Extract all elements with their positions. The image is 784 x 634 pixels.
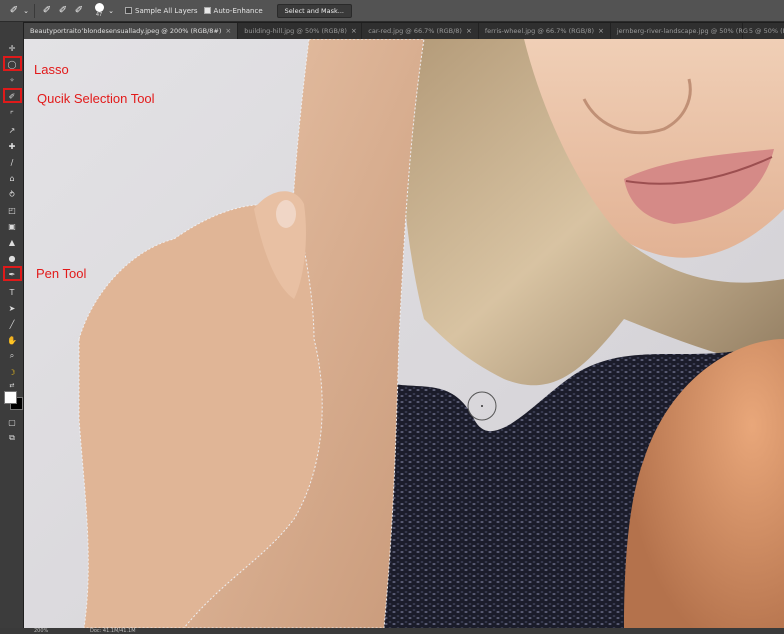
tab-label: ferris-wheel.jpg @ 66.7% (RGB/8) xyxy=(484,27,595,35)
new-selection-icon[interactable]: ✐ xyxy=(39,3,55,19)
tab-blondesensuallady[interactable]: Beautyportraito’blondesensuallady.jpeg @… xyxy=(24,23,239,39)
document-tabs: Beautyportraito’blondesensuallady.jpeg @… xyxy=(24,23,784,39)
zoom-tool-icon[interactable]: ⌕ xyxy=(5,350,19,362)
auto-enhance-checkbox[interactable]: Auto-Enhance xyxy=(203,6,263,15)
magic-wand-icon[interactable]: ✧ xyxy=(5,74,19,86)
checkbox-box-checked xyxy=(203,7,211,14)
tab-label: car-red.jpg @ 66.7% (RGB/8) xyxy=(368,27,462,35)
banana-icon[interactable]: ☽ xyxy=(5,366,19,378)
add-to-selection-icon[interactable]: ✐ xyxy=(55,3,71,19)
quick-selection-preset-icon[interactable]: ✐ xyxy=(6,3,22,19)
photo xyxy=(78,39,784,628)
type-tool-icon[interactable]: T xyxy=(5,286,19,298)
tab-building-hill[interactable]: building-hill.jpg @ 50% (RGB/8) × xyxy=(238,23,363,39)
tab-car-red[interactable]: car-red.jpg @ 66.7% (RGB/8) × xyxy=(362,23,479,39)
select-and-mask-button[interactable]: Select and Mask... xyxy=(276,3,352,18)
pen-tool-highlight-box xyxy=(3,266,22,281)
divider xyxy=(34,3,35,18)
path-selection-tool-icon[interactable]: ➤ xyxy=(5,302,19,314)
brush-tip-icon xyxy=(94,3,104,12)
options-bar: ✐ ⌄ ✐ ✐ ✐ 47 ⌄ Sample All Layers Auto-En… xyxy=(0,0,784,22)
blur-tool-icon[interactable]: ▲ xyxy=(5,236,19,248)
brush-size-picker[interactable]: 47 xyxy=(91,3,107,18)
healing-brush-tool-icon[interactable]: ✚ xyxy=(5,140,19,152)
lasso-callout: Lasso xyxy=(34,62,69,77)
move-tool-icon[interactable]: ✛ xyxy=(5,42,19,54)
history-brush-tool-icon[interactable]: ⥁ xyxy=(5,188,19,200)
brush-chevron-icon[interactable]: ⌄ xyxy=(107,3,115,19)
quick-mask-icon[interactable]: ▢ xyxy=(5,416,19,428)
foreground-color-swatch[interactable] xyxy=(4,391,17,404)
brush-tool-icon[interactable]: ∕ xyxy=(5,156,19,168)
tab-ferris-wheel[interactable]: ferris-wheel.jpg @ 66.7% (RGB/8) × xyxy=(479,23,611,39)
clone-stamp-tool-icon[interactable]: ⌂ xyxy=(5,172,19,184)
gradient-tool-icon[interactable]: ▣ xyxy=(5,220,19,232)
close-icon[interactable]: × xyxy=(351,27,357,35)
tab-label: Beautyportraito’blondesensuallady.jpeg @… xyxy=(30,27,222,35)
checkbox-box xyxy=(125,7,132,14)
eyedropper-tool-icon[interactable]: ↗ xyxy=(5,124,19,136)
tab-label: jernberg-river-landscape.jpg @ 50% (RG xyxy=(616,27,748,35)
tab-overflow[interactable]: 5 @ 50% (RG xyxy=(743,23,784,39)
eraser-tool-icon[interactable]: ◰ xyxy=(5,204,19,216)
line-tool-icon[interactable]: ╱ xyxy=(5,318,19,330)
close-icon[interactable]: × xyxy=(598,27,604,35)
lasso-highlight-box xyxy=(3,56,22,71)
quick-selection-callout: Qucik Selection Tool xyxy=(37,91,155,106)
dodge-tool-icon[interactable]: ● xyxy=(5,252,19,264)
swap-colors-icon[interactable]: ⇄ xyxy=(5,379,19,391)
close-icon[interactable]: × xyxy=(225,27,231,35)
subtract-from-selection-icon[interactable]: ✐ xyxy=(71,3,87,19)
pen-tool-callout: Pen Tool xyxy=(36,266,87,281)
screen-mode-icon[interactable]: ⧉ xyxy=(5,432,19,444)
chevron-down-icon[interactable]: ⌄ xyxy=(22,3,30,19)
tab-label: building-hill.jpg @ 50% (RGB/8) xyxy=(244,27,347,35)
tools-panel: ✛ ◯ ✧ ✐ ⌜ ↗ ✚ ∕ ⌂ ⥁ ◰ ▣ ▲ ● ✒ T ➤ ╱ ✋ ⌕ … xyxy=(0,22,24,628)
tab-jernberg-river-landscape[interactable]: jernberg-river-landscape.jpg @ 50% (RG xyxy=(611,23,748,39)
zoom-level[interactable]: 200% xyxy=(34,628,48,634)
auto-enhance-label: Auto-Enhance xyxy=(213,6,263,15)
document-size: Doc: 41.1M/41.1M xyxy=(90,628,136,634)
close-icon[interactable]: × xyxy=(466,27,472,35)
status-bar: 200% Doc: 41.1M/41.1M xyxy=(0,628,784,634)
brush-size-value: 47 xyxy=(95,12,103,18)
quick-selection-highlight-box xyxy=(3,88,22,103)
sample-all-layers-label: Sample All Layers xyxy=(135,6,198,15)
tab-label: 5 @ 50% (RG xyxy=(748,27,784,35)
hand-tool-icon[interactable]: ✋ xyxy=(5,334,19,346)
crop-tool-icon[interactable]: ⌜ xyxy=(5,108,19,120)
sample-all-layers-checkbox[interactable]: Sample All Layers xyxy=(125,7,198,15)
document-canvas[interactable] xyxy=(24,39,784,628)
